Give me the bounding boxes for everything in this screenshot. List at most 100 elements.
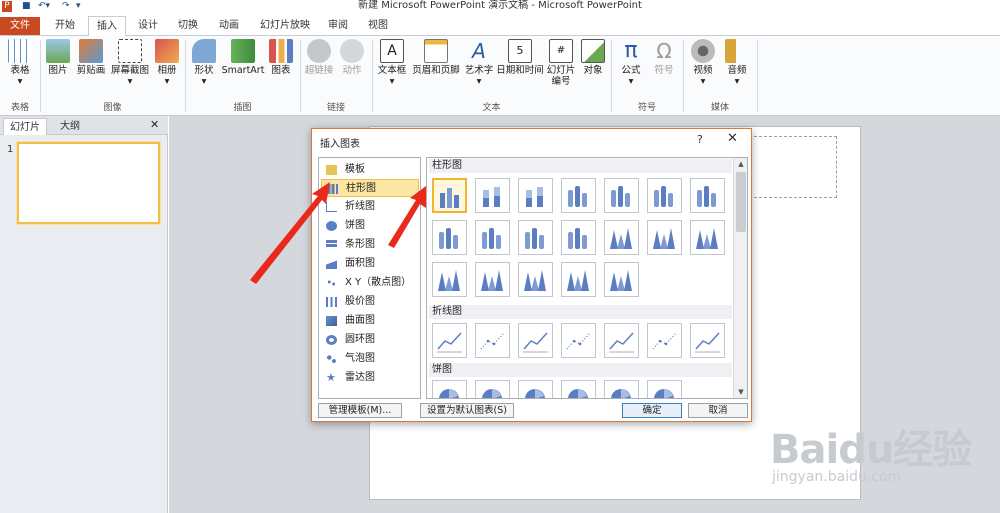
tab-home[interactable]: 开始 [47,16,83,36]
pie-subtype[interactable] [518,380,553,398]
close-icon[interactable]: ✕ [727,131,738,146]
column-subtype[interactable] [604,220,639,255]
close-pane-icon[interactable]: ✕ [150,118,159,131]
tab-file[interactable]: 文件 [0,17,40,35]
textbox-button[interactable]: A 文本框 ▾ [374,39,410,87]
scroll-down-icon[interactable]: ▼ [734,386,747,398]
column-subtype-icon [439,228,458,249]
column-subtype[interactable] [475,262,510,297]
tab-outline[interactable]: 大纲 [54,118,86,135]
chart-type-radar[interactable]: ★ 雷达图 [321,369,419,387]
tab-view[interactable]: 视图 [360,16,396,36]
symbol-button[interactable]: Ω 符号 [648,39,680,76]
chart-type-doughnut[interactable]: 圆环图 [321,331,419,349]
pie-subtype[interactable] [432,380,467,398]
line-subtype[interactable] [518,323,553,358]
line-subtype[interactable] [690,323,725,358]
pie-subtype[interactable] [561,380,596,398]
chart-type-line[interactable]: 折线图 [321,198,419,216]
column-subtype[interactable] [647,220,682,255]
chart-type-column[interactable]: 柱形图 [321,179,419,197]
chart-type-pie[interactable]: 饼图 [321,217,419,235]
column-subtype[interactable] [475,220,510,255]
picture-button[interactable]: 图片 [42,39,74,76]
column-subtype[interactable] [475,178,510,213]
manage-templates-button[interactable]: 管理模板(M)... [318,403,402,418]
album-button[interactable]: 相册 ▾ [152,39,182,87]
set-default-chart-button[interactable]: 设置为默认图表(S) [420,403,514,418]
audio-button[interactable]: 音频 ▾ [720,39,754,87]
column-subtype[interactable] [690,220,725,255]
line-subtype-icon [652,332,677,350]
chart-type-bar[interactable]: 条形图 [321,236,419,254]
object-button[interactable]: 对象 [578,39,608,76]
video-button[interactable]: 视频 ▾ [686,39,720,87]
column-subtype[interactable] [604,178,639,213]
line-subtype[interactable] [561,323,596,358]
bubble-chart-icon [326,354,337,364]
column-subtype[interactable] [432,220,467,255]
column-subtype[interactable] [561,220,596,255]
pie-subtype-icon [439,389,459,398]
tab-design[interactable]: 设计 [130,16,166,36]
tab-slides[interactable]: 幻灯片 [3,118,47,135]
screenshot-button[interactable]: 屏幕截图 ▾ [108,39,152,87]
datetime-button[interactable]: 5 日期和时间 [496,39,544,76]
pie-subtype[interactable] [647,380,682,398]
scrollbar-thumb[interactable] [736,172,746,232]
line-subtype[interactable] [647,323,682,358]
column-subtype[interactable] [647,178,682,213]
slides-pane-tabs: 幻灯片 大纲 ✕ [0,116,168,135]
scroll-up-icon[interactable]: ▲ [734,158,747,170]
column-subtype[interactable] [561,262,596,297]
tab-animations[interactable]: 动画 [210,16,248,36]
column-subtype-icon [653,228,675,249]
surface-chart-icon [326,316,337,326]
chart-button[interactable]: 图表 [266,39,296,76]
column-subtype[interactable] [561,178,596,213]
slide-number-button[interactable]: # 幻灯片编号 [544,39,578,87]
chart-type-stock[interactable]: 股价图 [321,293,419,311]
chart-type-surface[interactable]: 曲面图 [321,312,419,330]
column-subtype[interactable] [690,178,725,213]
chart-type-area[interactable]: 面积图 [321,255,419,273]
header-footer-button[interactable]: 页眉和页脚 [410,39,462,76]
group-label-text: 文本 [482,103,501,113]
column-subtype[interactable] [518,220,553,255]
tab-slideshow[interactable]: 幻灯片放映 [254,16,316,36]
ok-button[interactable]: 确定 [622,403,682,418]
pie-subtype[interactable] [475,380,510,398]
column-subtype[interactable] [518,262,553,297]
gallery-scrollbar[interactable]: ▲ ▼ [733,158,747,398]
chart-type-bubble[interactable]: 气泡图 [321,350,419,368]
line-subtype[interactable] [432,323,467,358]
cancel-button[interactable]: 取消 [688,403,748,418]
chart-type-templates[interactable]: 模板 [321,161,419,179]
chart-type-scatter[interactable]: X Y（散点图） [321,274,419,292]
column-subtype[interactable] [604,262,639,297]
action-button[interactable]: 动作 [337,39,367,76]
hyperlink-button[interactable]: 超链接 [302,39,336,76]
slide-thumbnail[interactable] [17,142,160,224]
pie-subtype[interactable] [604,380,639,398]
tab-review[interactable]: 审阅 [320,16,356,36]
wordart-button[interactable]: A 艺术字 ▾ [462,39,496,87]
column-subtype[interactable] [518,178,553,213]
textbox-icon: A [380,39,404,63]
column-subtype[interactable] [432,178,467,213]
help-icon[interactable]: ? [697,133,703,146]
line-subtype[interactable] [604,323,639,358]
smartart-button[interactable]: SmartArt [221,39,265,76]
clipart-button[interactable]: 剪贴画 [74,39,108,76]
tab-insert[interactable]: 插入 [88,16,126,37]
tab-transitions[interactable]: 切换 [170,16,206,36]
speaker-icon [725,39,749,63]
equation-button[interactable]: π 公式 ▾ [614,39,648,88]
shapes-button[interactable]: 形状 ▾ [188,39,220,87]
column-subtype[interactable] [432,262,467,297]
hyperlink-icon [307,39,331,63]
section-pie: 饼图 [429,363,732,377]
line-subtype[interactable] [475,323,510,358]
table-button[interactable]: 表格 ▾ [2,39,38,87]
column-subtype-icon [654,186,673,207]
